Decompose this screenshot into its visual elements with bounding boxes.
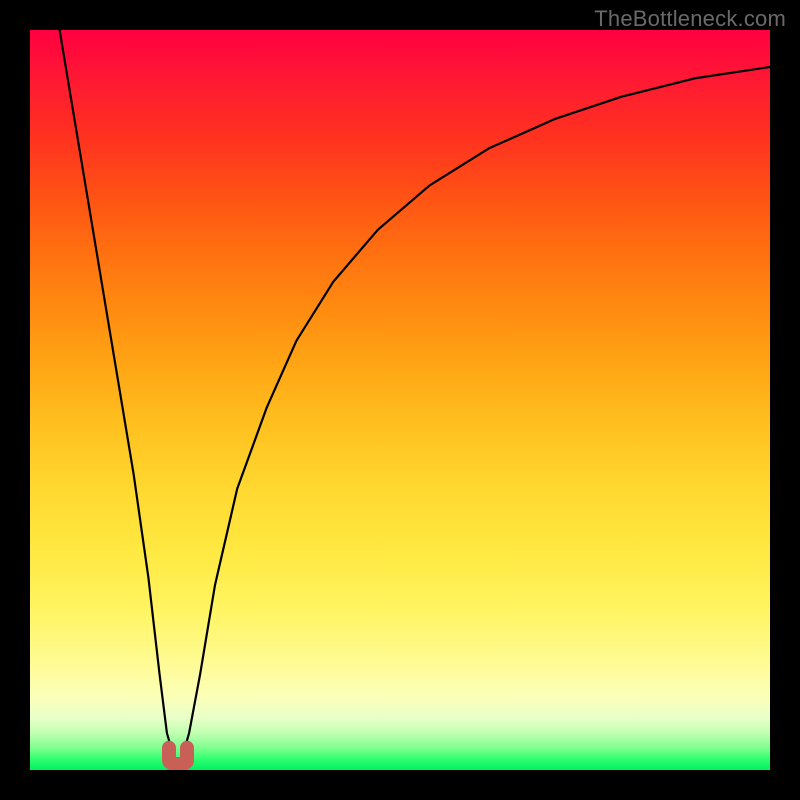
bottleneck-curve: [60, 30, 770, 759]
curve-layer: [30, 30, 770, 770]
optimum-marker: [169, 748, 187, 764]
outer-frame: TheBottleneck.com: [0, 0, 800, 800]
plot-area: [30, 30, 770, 770]
watermark-text: TheBottleneck.com: [594, 6, 786, 32]
